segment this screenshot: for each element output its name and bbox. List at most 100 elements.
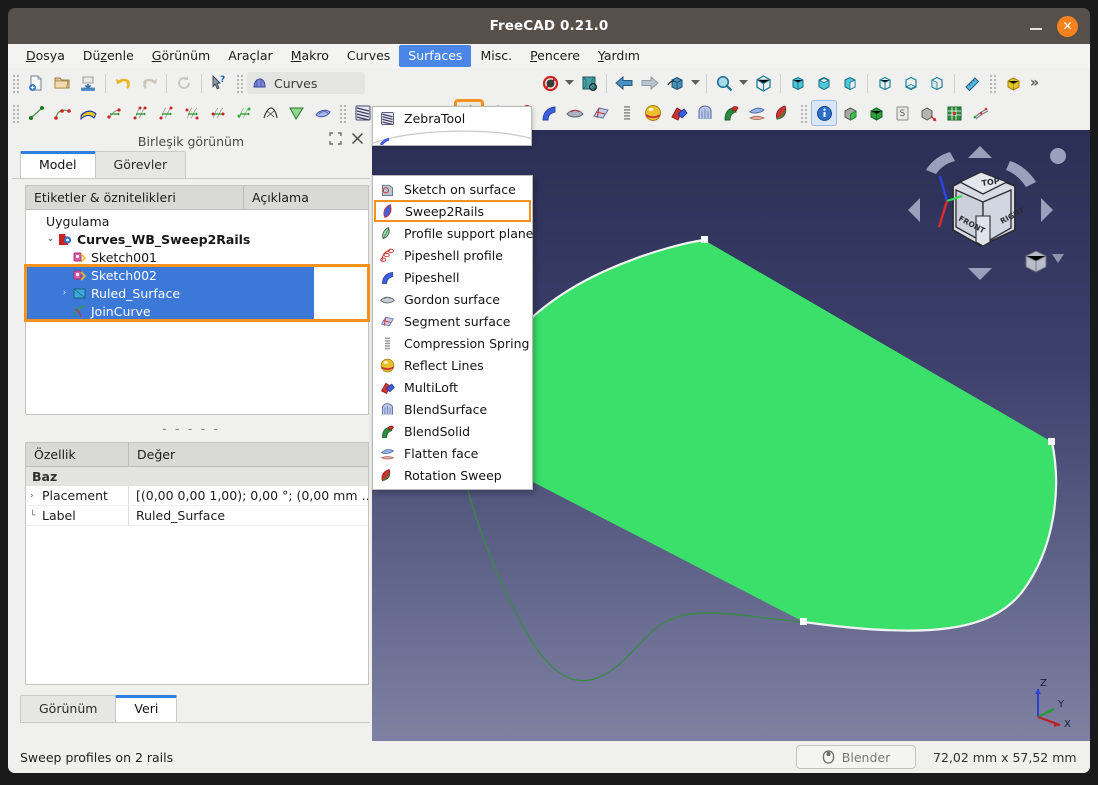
navigation-cube[interactable]: TOP FRONT RIGHT (898, 138, 1078, 288)
blend-surface-icon[interactable] (692, 100, 718, 126)
forward-arrow-icon[interactable] (637, 70, 663, 96)
left-view-icon[interactable] (924, 70, 950, 96)
menu-ara-lar[interactable]: Araçlar (219, 45, 282, 67)
undo-icon[interactable] (110, 70, 136, 96)
measure-icon[interactable] (959, 70, 985, 96)
front-view-icon[interactable] (785, 70, 811, 96)
rotation-sweep-icon[interactable] (770, 100, 796, 126)
tab-görevler[interactable]: Görevler (94, 151, 187, 178)
cube-arrow-icon[interactable] (915, 100, 941, 126)
surfaces-dropdown-menu[interactable]: Sketch on surface Sweep2Rails Profile supp… (372, 175, 534, 490)
property-row-placement[interactable]: › Placement [(0,00 0,00 1,00); 0,00 °; (0,… (26, 486, 368, 506)
property-value-cell[interactable]: Ruled_Surface (129, 508, 368, 523)
toolbar-grip[interactable] (338, 103, 347, 123)
reflect-lines-icon[interactable] (640, 100, 666, 126)
interpolate-icon[interactable] (101, 100, 127, 126)
gordon-icon2[interactable] (562, 100, 588, 126)
menu-item-profile-support-plane[interactable]: Profile support plane (373, 222, 534, 244)
navigation-style-button[interactable]: Blender (796, 745, 916, 769)
property-row-label[interactable]: └ Label Ruled_Surface (26, 506, 368, 526)
sheet-icon[interactable]: S (889, 100, 915, 126)
tree-expander-icon[interactable]: ⌄ (44, 234, 57, 244)
info-icon[interactable] (811, 100, 837, 126)
open-document-icon[interactable] (49, 70, 75, 96)
tree-item-uygulama[interactable]: Uygulama (26, 212, 368, 230)
tree-item-sketch002[interactable]: Sketch002 (26, 266, 368, 284)
menu-item-blendsolid[interactable]: BlendSolid (373, 420, 532, 442)
curve-on-mesh-icon[interactable] (283, 100, 309, 126)
parametric-curve-icon[interactable] (153, 100, 179, 126)
property-tab-veri[interactable]: Veri (115, 695, 178, 722)
axonometric-icon[interactable] (750, 70, 776, 96)
menu-dosya[interactable]: Dosya (17, 45, 74, 67)
fit-all-icon[interactable] (576, 70, 602, 96)
draw-style-no-icon[interactable] (537, 70, 563, 96)
new-document-icon[interactable] (23, 70, 49, 96)
toolbar-grip[interactable] (11, 73, 20, 93)
menu-g-r-n-m[interactable]: Görünüm (143, 45, 219, 67)
line-icon[interactable] (23, 100, 49, 126)
toolbar-grip[interactable] (235, 73, 244, 93)
menu-misc[interactable]: Misc. (471, 45, 521, 67)
pipeshell-icon[interactable] (536, 100, 562, 126)
compression-spring-icon[interactable] (614, 100, 640, 126)
tree-item-joincurve[interactable]: JoinCurve (26, 302, 368, 320)
chevron-down-icon[interactable] (689, 70, 702, 96)
discretize-icon[interactable] (179, 100, 205, 126)
property-tab-g-r-n-m[interactable]: Görünüm (20, 695, 117, 722)
right-view-icon[interactable] (837, 70, 863, 96)
menu-item-pipeshell-profile[interactable]: Pipeshell profile (373, 244, 532, 266)
isometric-view-icon[interactable] (663, 70, 689, 96)
redo-icon[interactable] (136, 70, 162, 96)
minimize-button[interactable] (1029, 19, 1043, 33)
green-cube-icon[interactable] (863, 100, 889, 126)
segment-icon2[interactable] (588, 100, 614, 126)
menu-makro[interactable]: Makro (282, 45, 338, 67)
editable-spline-icon[interactable] (75, 100, 101, 126)
zoom-icon[interactable] (711, 70, 737, 96)
chevron-down-icon[interactable] (737, 70, 750, 96)
menu-item-sketch-on-surface[interactable]: Sketch on surface (373, 178, 532, 200)
tree-item-ruled-surface[interactable]: › Ruled_Surface (26, 284, 368, 302)
menu-item-rotation-sweep[interactable]: Rotation Sweep (373, 464, 532, 486)
top-view-icon[interactable] (811, 70, 837, 96)
menu-curves[interactable]: Curves (338, 45, 399, 67)
point-cloud-icon[interactable] (967, 100, 993, 126)
tree-item-sketch001[interactable]: Sketch001 (26, 248, 368, 266)
blend-curve-icon[interactable] (205, 100, 231, 126)
property-value-cell[interactable]: [(0,00 0,00 1,00); 0,00 °; (0,00 mm … (129, 488, 368, 503)
menu-item-compression-spring[interactable]: Compression Spring (373, 332, 532, 354)
menu-item-segment-surface[interactable]: Segment surface (373, 310, 532, 332)
menu-surfaces[interactable]: Surfaces (399, 44, 472, 68)
toolbar-grip[interactable] (11, 103, 20, 123)
save-document-icon[interactable] (75, 70, 101, 96)
menu-pencere[interactable]: Pencere (521, 45, 589, 67)
menu-d-zenle[interactable]: Düzenle (74, 45, 143, 67)
solid-green-icon[interactable] (837, 100, 863, 126)
toolbar-grip[interactable] (799, 103, 808, 123)
menu-item-sweep2rails[interactable]: Sweep2Rails (374, 200, 531, 222)
iso-curve-icon[interactable] (309, 100, 335, 126)
zebratool-popup[interactable]: ZebraTool (372, 106, 532, 146)
toolbar-overflow-button[interactable]: » (1026, 75, 1043, 91)
workbench-selector[interactable]: Curves (247, 72, 365, 94)
close-panel-icon[interactable] (351, 132, 364, 145)
grid-icon[interactable] (941, 100, 967, 126)
bspline-icon[interactable] (49, 100, 75, 126)
part-box-icon[interactable] (1000, 70, 1026, 96)
tree-expander-icon[interactable]: › (58, 288, 71, 298)
chevron-down-icon[interactable] (563, 70, 576, 96)
property-expander-icon[interactable]: › (30, 491, 40, 501)
menu-item-pipeshell[interactable]: Pipeshell (373, 266, 532, 288)
rear-view-icon[interactable] (872, 70, 898, 96)
blend-solid-icon[interactable] (718, 100, 744, 126)
approximate-icon[interactable] (127, 100, 153, 126)
menu-item-reflect-lines[interactable]: Reflect Lines (373, 354, 532, 376)
bottom-view-icon[interactable] (898, 70, 924, 96)
toolbar-grip[interactable] (988, 73, 997, 93)
multiloft-icon[interactable] (666, 100, 692, 126)
restore-panel-icon[interactable] (329, 132, 342, 145)
tree-item-curves-wb-sweep2rails[interactable]: ⌄ Curves_WB_Sweep2Rails (26, 230, 368, 248)
property-editor[interactable]: Özellik Değer Baz › Placement [(0,00 0,00 … (25, 442, 369, 685)
zigzag-icon[interactable] (257, 100, 283, 126)
